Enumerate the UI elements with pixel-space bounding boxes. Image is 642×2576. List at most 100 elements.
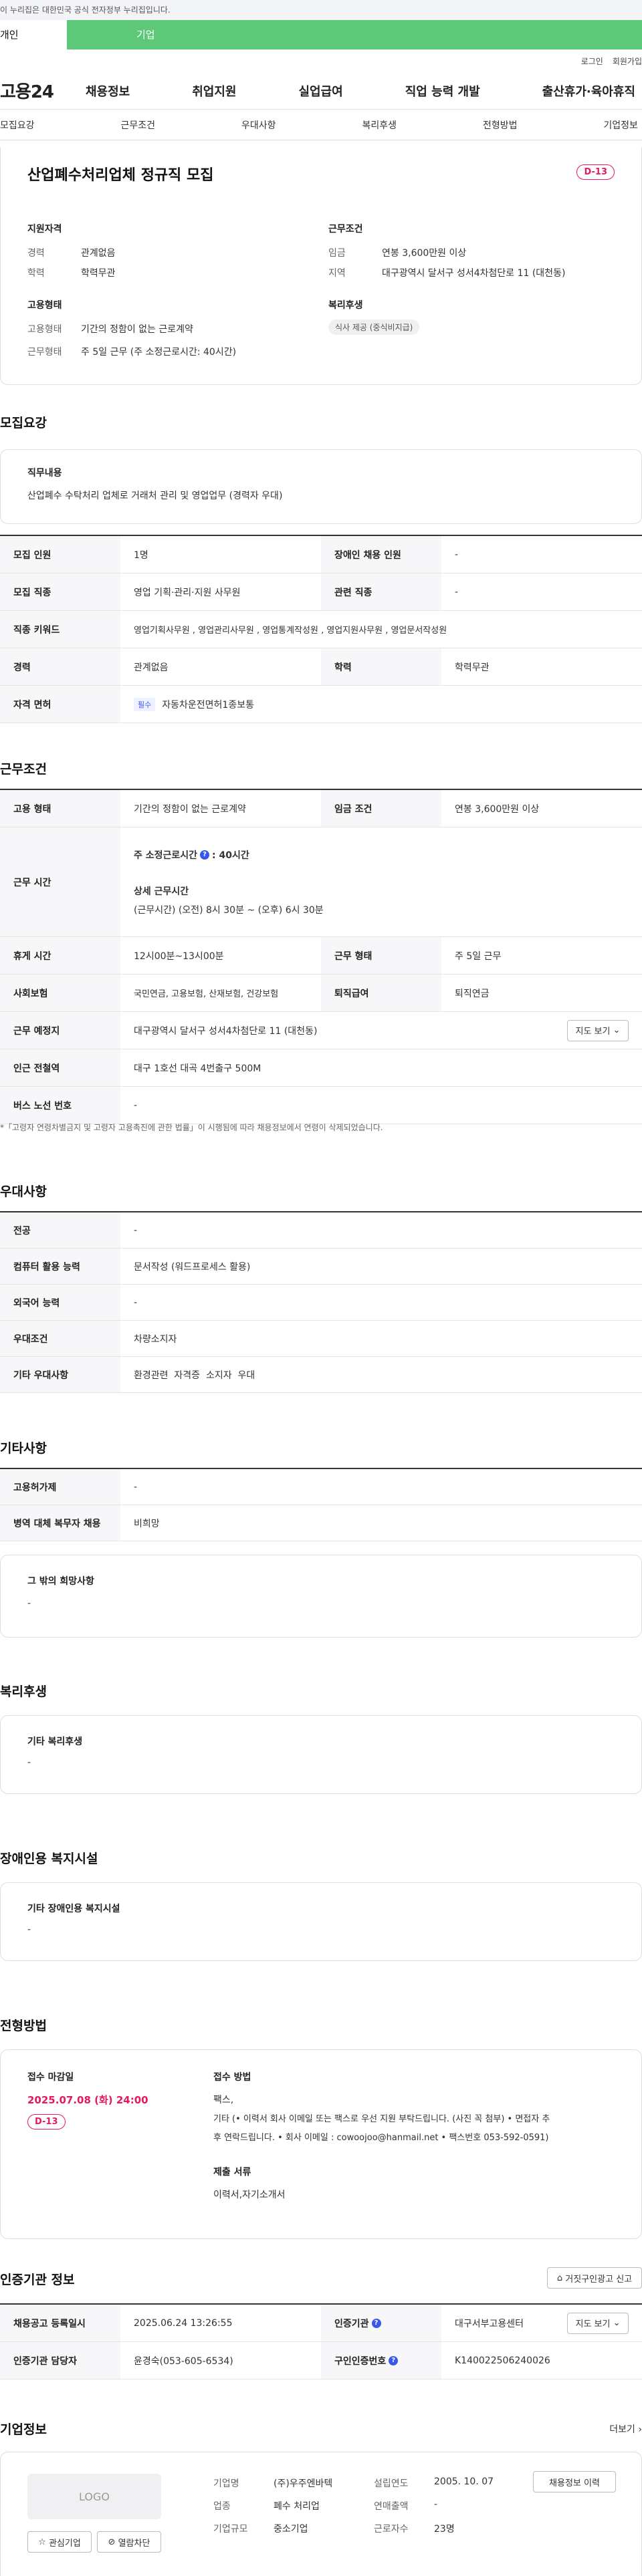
recruit-heading: 모집요강	[0, 416, 47, 430]
table-cell: K140022506240026	[455, 2355, 550, 2366]
table-cell: 학력무관	[455, 662, 490, 673]
table-row: 고용 형태 기간의 정함이 없는 근로계약 임금 조건 연봉 3,600만원 이…	[0, 790, 642, 827]
qual-value: 관계없음	[81, 248, 116, 259]
deadline-label: 접수 마감일	[27, 2072, 74, 2083]
pref-heading: 우대사항	[0, 1184, 47, 1199]
work-location: 대구광역시 달서구 성서4차첨단로 11 (대천동)	[134, 1025, 318, 1037]
disabled-label: 기타 장애인용 복지시설	[27, 1904, 120, 1914]
report-fake-ad-label: 거짓구인광고 신고	[565, 2274, 633, 2285]
table-cell: -	[134, 1225, 138, 1236]
tab-recruit[interactable]: 모집요강	[0, 118, 35, 132]
gnb-unemployment-benefit[interactable]: 실업급여	[299, 82, 343, 100]
cond-value: 대구광역시 달서구 성서4차첨단로 11 (대천동)	[382, 268, 566, 279]
recruit-table: 모집 인원 1명 장애인 채용 인원 - 모집 직종 영업 기획·관리·지원 사…	[0, 535, 642, 723]
chevron-down-icon: ⌄	[613, 1025, 621, 1035]
job-history-button[interactable]: 채용정보 이력	[533, 2471, 616, 2492]
gnb-parental-leave[interactable]: 출산휴가·육아휴직	[542, 82, 635, 100]
table-row: 모집 직종 영업 기획·관리·지원 사무원 관련 직종 -	[0, 573, 642, 611]
block-view-button[interactable]: ⊘ 열람차단	[97, 2531, 161, 2553]
table-cell: 대구서부고용센터 지도 보기 ⌄	[441, 2305, 642, 2341]
cert-heading: 인증기관 정보	[0, 2273, 75, 2287]
cond-value: 연봉 3,600만원 이상	[382, 248, 467, 259]
disabled-card: 기타 장애인용 복지시설 -	[0, 1882, 642, 1961]
company-field-value: 폐수 처리업	[274, 2501, 320, 2512]
table-cell: 주 소정근로시간 ? : 40시간 상세 근무시간 (근무시간) (오전) 8시…	[120, 827, 642, 936]
favorite-company-button[interactable]: ☆ 관심기업	[27, 2531, 92, 2553]
cert-map-button[interactable]: 지도 보기 ⌄	[567, 2312, 629, 2334]
gov-banner: 이 누리집은 대한민국 공식 전자정부 누리집입니다.	[0, 0, 642, 20]
table-header: 자격 면허	[0, 686, 120, 723]
info-icon[interactable]: ?	[200, 850, 210, 860]
company-more-link[interactable]: 더보기 ›	[609, 2422, 642, 2436]
table-header: 인근 전철역	[0, 1049, 120, 1086]
login-link[interactable]: 로그인	[581, 55, 603, 67]
info-icon[interactable]: ?	[371, 2318, 381, 2328]
signup-link[interactable]: 회원가입	[613, 55, 642, 67]
company-field-value: (주)우주엔바텍	[274, 2478, 333, 2489]
etc-heading: 기타사항	[0, 1441, 47, 1456]
license-value: 자동차운전면허1종보통	[162, 699, 254, 711]
tab-company[interactable]: 기업정보	[603, 118, 638, 132]
table-header: 컴퓨터 활용 능력	[0, 1249, 120, 1284]
cert-map-label: 지도 보기	[575, 2319, 611, 2329]
table-cell: -	[455, 586, 459, 598]
weekly-hours-label: 주 소정근로시간	[134, 850, 198, 861]
info-icon[interactable]: ?	[389, 2355, 399, 2365]
disabled-value: -	[27, 1924, 31, 1935]
detail-hours-value: (근무시간) (오전) 8시 30분 ~ (오후) 6시 30분	[134, 904, 324, 916]
map-view-button[interactable]: 지도 보기 ⌄	[567, 1019, 629, 1041]
tab-work[interactable]: 근무조건	[120, 118, 155, 132]
table-header: 외국어 능력	[0, 1285, 120, 1320]
wish-label: 그 밖의 희망사항	[27, 1576, 94, 1587]
method-text: 팩스,	[213, 2095, 234, 2105]
table-row: 자격 면허 필수 자동차운전면허1종보통	[0, 686, 642, 723]
company-field-label: 근로자수	[374, 2524, 409, 2535]
star-icon: ☆	[38, 2537, 46, 2547]
docs-value: 이력서,자기소개서	[213, 2190, 286, 2200]
table-header: 모집 직종	[0, 573, 120, 610]
table-cell: 대구 1호선 대곡 4번출구 500M	[134, 1063, 261, 1074]
user-type-tabs: 개인 기업	[0, 20, 642, 49]
table-row: 근무 예정지 대구광역시 달서구 성서4차첨단로 11 (대천동) 지도 보기 …	[0, 1012, 642, 1049]
cert-org-value: 대구서부고용센터	[455, 2318, 524, 2329]
gnb-employment-support[interactable]: 취업지원	[192, 82, 236, 100]
company-field-label: 연매출액	[374, 2501, 409, 2512]
table-row: 사회보험 국민연금, 고용보험, 산재보험, 건강보험 퇴직급여 퇴직연금	[0, 975, 642, 1012]
table-header: 사회보험	[0, 975, 120, 1011]
table-row: 경력 관계없음 학력 학력무관	[0, 648, 642, 686]
table-cell: 관계없음	[134, 662, 169, 673]
tab-personal[interactable]: 개인	[0, 20, 67, 49]
tab-welfare[interactable]: 복리후생	[362, 118, 397, 132]
block-icon: ⊘	[108, 2537, 116, 2547]
table-cell: 연봉 3,600만원 이상	[455, 803, 540, 815]
welfare-label: 기타 복리후생	[27, 1736, 83, 1747]
table-header: 관련 직종	[321, 573, 441, 610]
detail-hours-label: 상세 근무시간	[134, 886, 189, 897]
site-logo[interactable]: 고용24	[0, 78, 86, 103]
welfare-card: 기타 복리후생 -	[0, 1715, 642, 1794]
table-header: 학력	[321, 648, 441, 685]
table-header: 고용 형태	[0, 790, 120, 827]
gnb-jobs[interactable]: 채용정보	[86, 82, 130, 100]
emp-heading: 고용형태	[27, 300, 62, 311]
table-cell: 12시00분~13시00분	[134, 950, 224, 962]
tab-selection[interactable]: 전형방법	[483, 118, 518, 132]
table-header: 근무 시간	[0, 827, 120, 936]
welfare-section-heading: 복리후생	[0, 1684, 47, 1699]
wish-value: -	[27, 1598, 31, 1609]
table-header: 경력	[0, 648, 120, 685]
table-cell: -	[134, 1481, 138, 1493]
required-tag: 필수	[134, 697, 156, 711]
qual-heading: 지원자격	[27, 224, 62, 235]
house-icon: ⌂	[556, 2273, 563, 2283]
company-field-label: 업종	[213, 2501, 231, 2512]
tab-corporate[interactable]: 기업	[67, 20, 642, 49]
table-row: 병역 대체 복무자 채용 비희망	[0, 1505, 642, 1541]
table-header: 장애인 채용 인원	[321, 536, 441, 573]
gnb-training[interactable]: 직업 능력 개발	[405, 82, 480, 100]
company-heading: 기업정보	[0, 2422, 47, 2437]
company-logo: LOGO	[27, 2474, 161, 2519]
report-fake-ad-button[interactable]: ⌂ 거짓구인광고 신고	[547, 2267, 642, 2289]
tab-pref[interactable]: 우대사항	[241, 118, 276, 132]
table-row: 모집 인원 1명 장애인 채용 인원 -	[0, 536, 642, 573]
